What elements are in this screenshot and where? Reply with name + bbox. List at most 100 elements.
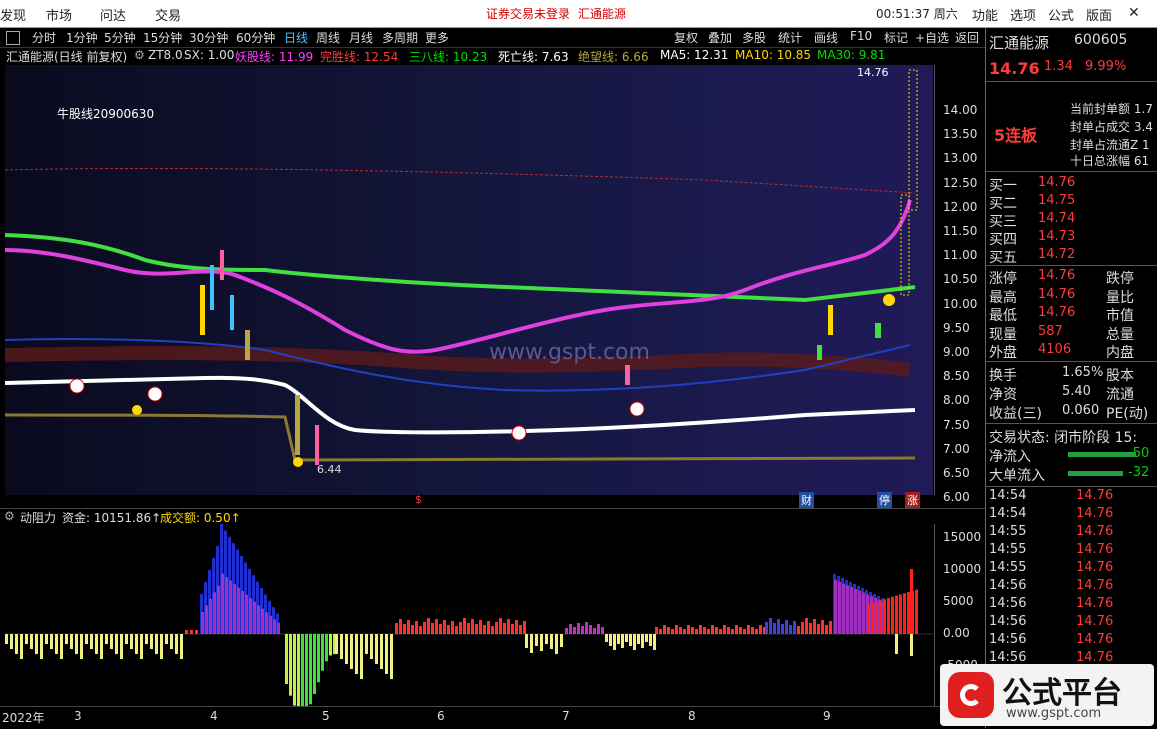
fund-bar bbox=[530, 634, 533, 653]
fundamental-right-label: 流通 bbox=[1106, 387, 1134, 403]
sub-settings-icon[interactable]: ⚙ bbox=[4, 509, 15, 523]
fund-bar bbox=[687, 625, 690, 634]
fund-bar bbox=[213, 592, 216, 634]
tool-f10[interactable]: F10 bbox=[850, 29, 872, 43]
period-tab-5min[interactable]: 5分钟 bbox=[104, 29, 136, 46]
fund-bar bbox=[817, 624, 820, 634]
fund-bar bbox=[659, 629, 662, 634]
fund-bar bbox=[895, 595, 898, 634]
menu-item-formula[interactable]: 公式 bbox=[1048, 5, 1074, 24]
tool-multi-stock[interactable]: 多股 bbox=[742, 29, 766, 46]
menu-item-trade[interactable]: 交易 bbox=[155, 5, 181, 24]
price-tick-label: 7.00 bbox=[943, 441, 970, 456]
fund-bar bbox=[915, 589, 918, 634]
fund-bar bbox=[233, 584, 236, 634]
bid-price: 14.76 bbox=[1038, 175, 1076, 190]
candle bbox=[817, 345, 822, 360]
bid-label: 买三 bbox=[989, 214, 1017, 230]
period-tab-monthly[interactable]: 月线 bbox=[349, 29, 373, 46]
stat-row: 最高 14.76 量比 bbox=[986, 287, 1157, 306]
menu-item-layout[interactable]: 版面 bbox=[1086, 5, 1112, 24]
menu-item-options[interactable]: 选项 bbox=[1010, 5, 1036, 24]
period-tab-multi[interactable]: 多周期 bbox=[382, 29, 418, 46]
fund-bar bbox=[555, 634, 558, 654]
fund-bar bbox=[821, 620, 824, 634]
fund-flow-chart[interactable] bbox=[5, 524, 933, 706]
settings-icon[interactable]: ⚙ bbox=[134, 48, 145, 62]
menu-item-discover[interactable]: 发现 bbox=[0, 5, 26, 24]
tool-stats[interactable]: 统计 bbox=[778, 29, 802, 46]
fund-bar bbox=[455, 626, 458, 634]
period-tab-weekly[interactable]: 周线 bbox=[316, 29, 340, 46]
fund-bar bbox=[273, 619, 276, 634]
bid-label: 买二 bbox=[989, 196, 1017, 212]
login-notice[interactable]: 证券交易未登录 bbox=[486, 5, 570, 22]
tool-mark[interactable]: 标记 bbox=[884, 29, 908, 46]
bid-row: 买五 14.72 bbox=[986, 247, 1157, 266]
fund-bar bbox=[735, 625, 738, 634]
tool-overlay[interactable]: 叠加 bbox=[708, 29, 732, 46]
tick-row: 14:56 14.76 bbox=[986, 578, 1157, 596]
candlestick-chart[interactable]: 牛股线20900630 14.76 6.44 www.gspt.com $ 财 … bbox=[5, 65, 933, 508]
fund-bar bbox=[241, 591, 244, 634]
fund-bar bbox=[335, 634, 338, 654]
fund-bar bbox=[483, 625, 486, 634]
tool-add-watchlist[interactable]: +自选 bbox=[915, 29, 949, 46]
bottom-mark-halt: 停 bbox=[877, 492, 892, 508]
stat-value: 4106 bbox=[1038, 342, 1072, 357]
tool-adjust[interactable]: 复权 bbox=[674, 29, 698, 46]
fund-bar bbox=[675, 625, 678, 634]
fund-bar bbox=[325, 634, 328, 662]
fund-bar bbox=[293, 634, 296, 706]
fund-bar bbox=[515, 620, 518, 634]
tool-back[interactable]: 返回 bbox=[955, 29, 979, 46]
seal-row: 十日总涨幅 61 bbox=[1070, 154, 1150, 168]
stat-label: 最高 bbox=[989, 289, 1017, 306]
fund-bar bbox=[495, 622, 498, 634]
menu-item-function[interactable]: 功能 bbox=[972, 5, 998, 24]
indicator-ma30: MA30: 9.81 bbox=[817, 48, 886, 62]
close-icon[interactable]: ✕ bbox=[1128, 5, 1140, 21]
fund-bar bbox=[365, 634, 368, 654]
period-tab-tick[interactable]: 分时 bbox=[32, 29, 56, 46]
fund-bar bbox=[560, 634, 563, 647]
fund-bar bbox=[289, 634, 292, 696]
tick-row: 14:55 14.76 bbox=[986, 560, 1157, 578]
fund-bar bbox=[423, 622, 426, 634]
bottom-mark-dollar: $ bbox=[415, 493, 422, 506]
layout-toggle-icon[interactable] bbox=[6, 31, 20, 45]
candle bbox=[315, 425, 319, 465]
tick-row: 14:55 14.76 bbox=[986, 542, 1157, 560]
tick-time: 14:56 bbox=[989, 650, 1027, 665]
period-tab-60min[interactable]: 60分钟 bbox=[236, 29, 275, 46]
x-label-year: 2022年 bbox=[2, 711, 45, 725]
period-tab-1min[interactable]: 1分钟 bbox=[66, 29, 98, 46]
fund-bar bbox=[50, 634, 53, 649]
fund-bar bbox=[380, 634, 383, 669]
menu-item-market[interactable]: 市场 bbox=[46, 5, 72, 24]
period-tab-more[interactable]: 更多 bbox=[425, 29, 449, 46]
fund-bar bbox=[170, 634, 173, 649]
low-price-label: 6.44 bbox=[317, 463, 342, 476]
fund-bar bbox=[577, 623, 580, 634]
tool-draw-line[interactable]: 画线 bbox=[814, 29, 838, 46]
fund-bar bbox=[431, 623, 434, 634]
period-tab-30min[interactable]: 30分钟 bbox=[189, 29, 228, 46]
fund-bar bbox=[691, 627, 694, 634]
big-inflow-value: -32 bbox=[1128, 465, 1150, 480]
bid-price: 14.75 bbox=[1038, 193, 1076, 208]
net-inflow-value: -50 bbox=[1128, 446, 1150, 461]
fund-bar bbox=[313, 634, 316, 695]
menu-item-wenda[interactable]: 问达 bbox=[100, 5, 126, 24]
indicator-sanba: 三八线: 10.23 bbox=[409, 50, 488, 64]
maroon-band bbox=[5, 346, 911, 377]
period-tab-15min[interactable]: 15分钟 bbox=[143, 29, 182, 46]
x-label-jul: 7 bbox=[562, 709, 570, 723]
fund-bar bbox=[317, 634, 320, 683]
buy-marker-icon bbox=[629, 401, 645, 417]
period-tab-daily[interactable]: 日线 bbox=[284, 29, 308, 46]
stock-code: 600605 bbox=[1074, 32, 1128, 48]
date-axis: 2022年 3 4 5 6 7 8 9 bbox=[0, 706, 985, 729]
sub-indicator-bar: ⚙ 动阻力 资金: 10151.86↑ 成交额: 0.50↑ bbox=[0, 508, 985, 525]
seal-row: 封单占成交 3.4 bbox=[1070, 120, 1153, 134]
